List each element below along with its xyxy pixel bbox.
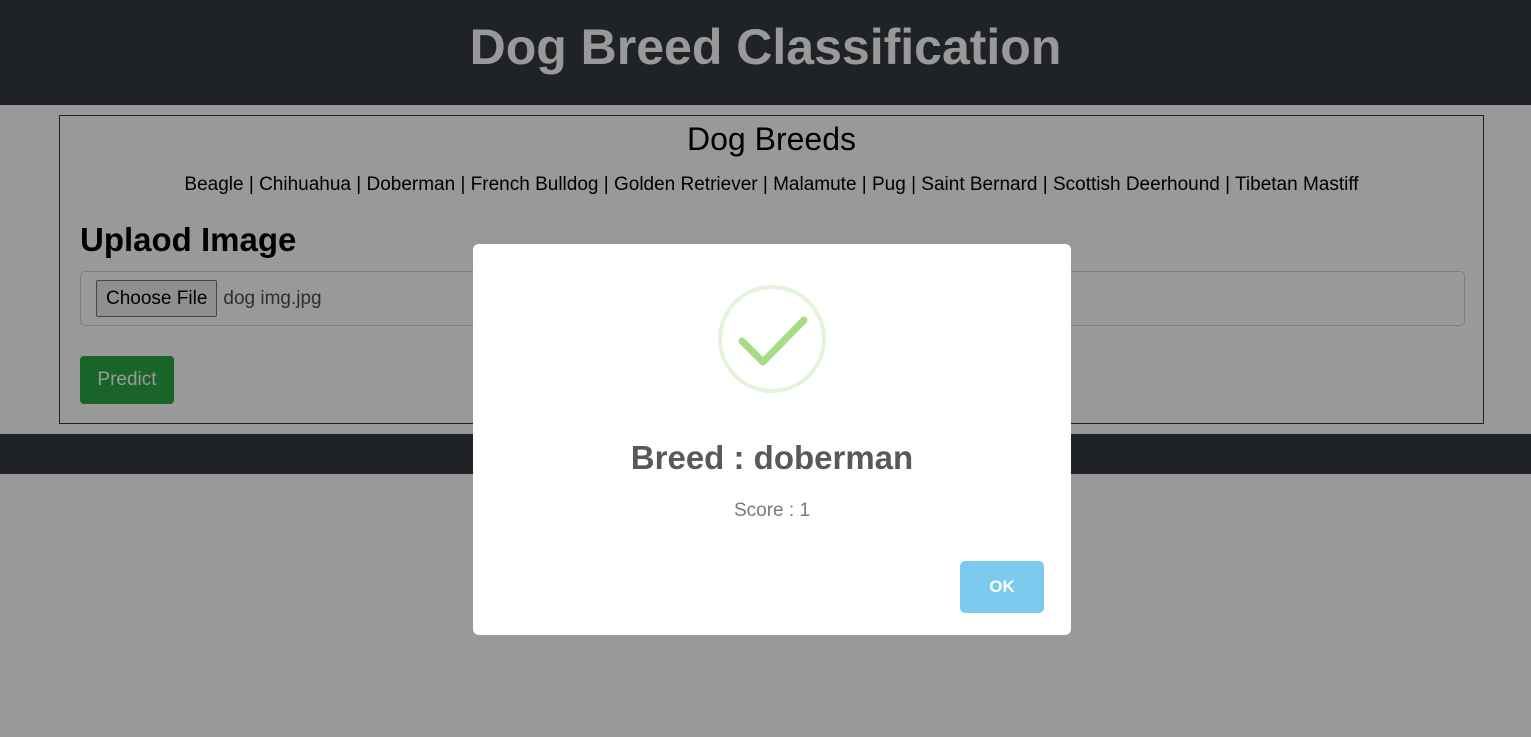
success-check-icon — [718, 285, 826, 393]
dialog-title: Breed : doberman — [630, 439, 914, 476]
result-dialog: Breed : doberman Score : 1 OK — [473, 244, 1071, 635]
dialog-score-text: Score : 1 — [733, 500, 811, 521]
page: Dog Breed Classification Dog Breeds Beag… — [0, 0, 1531, 737]
ok-button[interactable]: OK — [960, 561, 1044, 613]
